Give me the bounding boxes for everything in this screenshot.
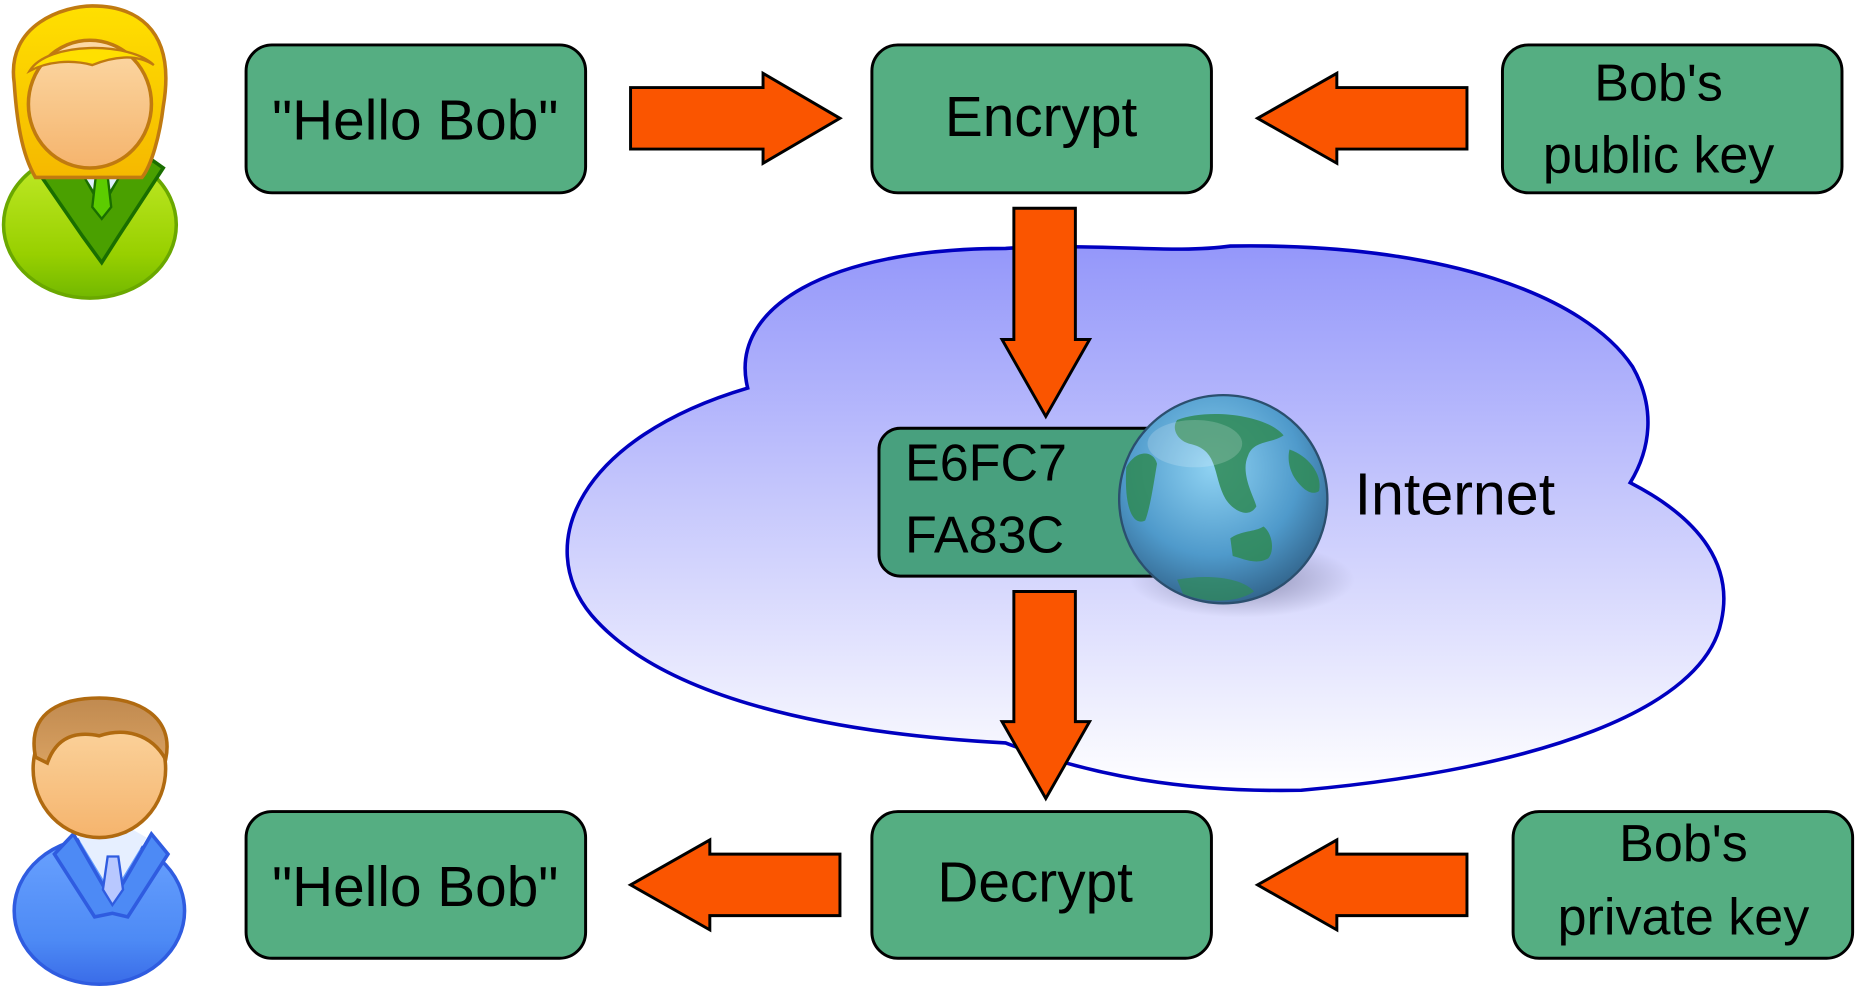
arrow-plaintext-to-encrypt bbox=[629, 70, 843, 166]
private-key-label-line2: private key bbox=[1558, 889, 1810, 947]
sender-avatar-icon bbox=[1, 4, 179, 300]
arrow-decrypt-to-plaintext bbox=[627, 837, 842, 933]
public-key-label-line2: public key bbox=[1543, 127, 1774, 185]
arrow-publickey-to-encrypt bbox=[1254, 70, 1469, 166]
ciphertext-line1: E6FC7 bbox=[905, 434, 1067, 492]
encryption-diagram: "Hello Bob" Encrypt Bob's public key E6F… bbox=[1, 4, 1855, 987]
encrypt-label: Encrypt bbox=[945, 86, 1138, 149]
plaintext-box-bottom: "Hello Bob" bbox=[244, 810, 588, 960]
plaintext-bottom-label: "Hello Bob" bbox=[272, 856, 558, 919]
encrypt-box: Encrypt bbox=[870, 43, 1213, 195]
public-key-label-line1: Bob's bbox=[1594, 55, 1723, 113]
plaintext-box-top: "Hello Bob" bbox=[244, 43, 588, 195]
private-key-label-line1: Bob's bbox=[1619, 815, 1748, 873]
public-key-box: Bob's public key bbox=[1500, 43, 1844, 195]
ciphertext-line2: FA83C bbox=[905, 506, 1064, 564]
private-key-box: Bob's private key bbox=[1511, 810, 1855, 960]
plaintext-top-label: "Hello Bob" bbox=[272, 90, 558, 153]
internet-label: Internet bbox=[1355, 461, 1556, 528]
decrypt-box: Decrypt bbox=[870, 810, 1213, 960]
receiver-avatar-icon bbox=[12, 696, 187, 987]
arrow-privatekey-to-decrypt bbox=[1254, 837, 1469, 933]
decrypt-label: Decrypt bbox=[937, 851, 1133, 914]
